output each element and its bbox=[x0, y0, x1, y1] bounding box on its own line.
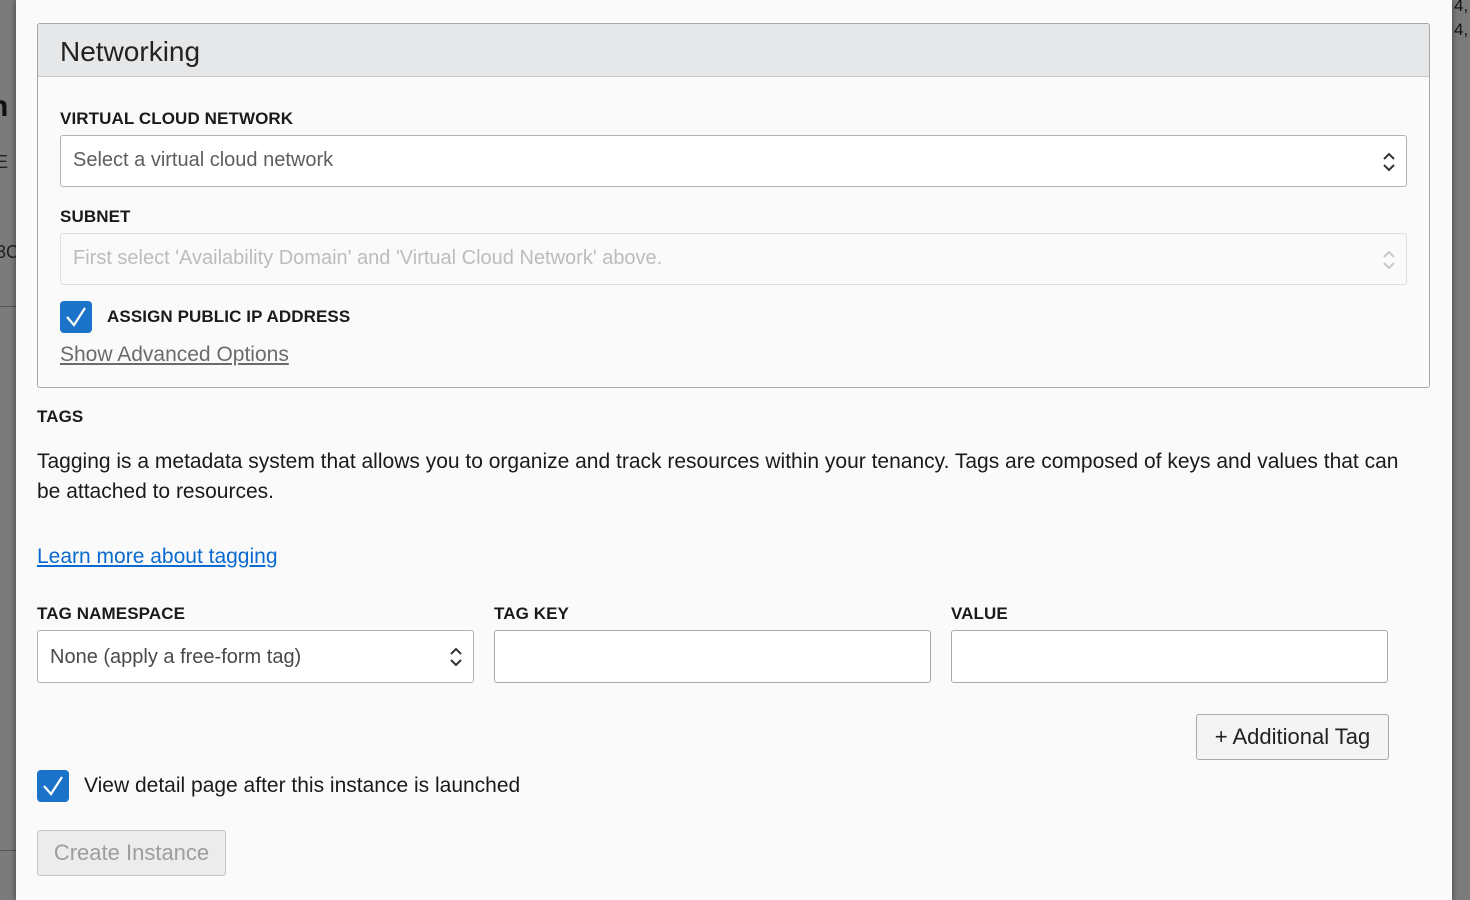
background-page-right: 4, 4, bbox=[1452, 0, 1470, 900]
background-text-fragment: 4, bbox=[1454, 0, 1469, 15]
additional-tag-button[interactable]: + Additional Tag bbox=[1196, 714, 1389, 760]
vcn-select-value: Select a virtual cloud network bbox=[73, 149, 334, 171]
learn-more-tagging-link[interactable]: Learn more about tagging bbox=[37, 545, 278, 569]
subnet-select[interactable]: First select 'Availability Domain' and '… bbox=[60, 233, 1407, 285]
background-page-left: n E 3C bbox=[0, 0, 16, 900]
tag-namespace-value: None (apply a free-form tag) bbox=[50, 646, 302, 668]
view-detail-label: View detail page after this instance is … bbox=[84, 774, 521, 797]
tags-description: Tagging is a metadata system that allows… bbox=[37, 450, 1399, 503]
checkmark-icon bbox=[66, 307, 86, 327]
select-arrows-icon bbox=[1383, 152, 1395, 172]
select-arrows-icon bbox=[450, 647, 462, 667]
background-text-fragment: 3C bbox=[0, 242, 16, 262]
assign-public-ip-checkbox[interactable] bbox=[60, 301, 92, 333]
tag-value-label: VALUE bbox=[951, 604, 1008, 623]
tag-key-input[interactable] bbox=[494, 630, 931, 683]
background-divider bbox=[0, 850, 16, 851]
background-divider bbox=[0, 306, 16, 307]
assign-public-ip-label: ASSIGN PUBLIC IP ADDRESS bbox=[107, 307, 351, 326]
vcn-select[interactable]: Select a virtual cloud network bbox=[60, 135, 1407, 187]
view-detail-checkbox[interactable] bbox=[37, 770, 69, 802]
tag-key-label: TAG KEY bbox=[494, 604, 570, 623]
show-advanced-options-link[interactable]: Show Advanced Options bbox=[60, 343, 289, 367]
tag-namespace-select[interactable]: None (apply a free-form tag) bbox=[37, 630, 474, 683]
background-text-fragment: 4, bbox=[1454, 20, 1469, 39]
networking-title: Networking bbox=[60, 36, 201, 67]
tag-namespace-label: TAG NAMESPACE bbox=[37, 604, 186, 623]
vcn-label: VIRTUAL CLOUD NETWORK bbox=[60, 109, 294, 128]
subnet-label: SUBNET bbox=[60, 207, 131, 226]
create-instance-button[interactable]: Create Instance bbox=[37, 830, 226, 876]
background-text-fragment: n bbox=[0, 90, 8, 124]
checkmark-icon bbox=[43, 776, 63, 796]
tags-heading: TAGS bbox=[37, 407, 84, 426]
subnet-select-value: First select 'Availability Domain' and '… bbox=[73, 247, 663, 269]
networking-panel-header: Networking bbox=[38, 24, 1429, 77]
create-instance-dialog: Networking VIRTUAL CLOUD NETWORK Select … bbox=[16, 0, 1452, 900]
tag-value-input[interactable] bbox=[951, 630, 1388, 683]
networking-panel: Networking VIRTUAL CLOUD NETWORK Select … bbox=[37, 23, 1430, 388]
select-arrows-icon bbox=[1383, 250, 1395, 270]
background-text-fragment: E bbox=[0, 152, 9, 172]
